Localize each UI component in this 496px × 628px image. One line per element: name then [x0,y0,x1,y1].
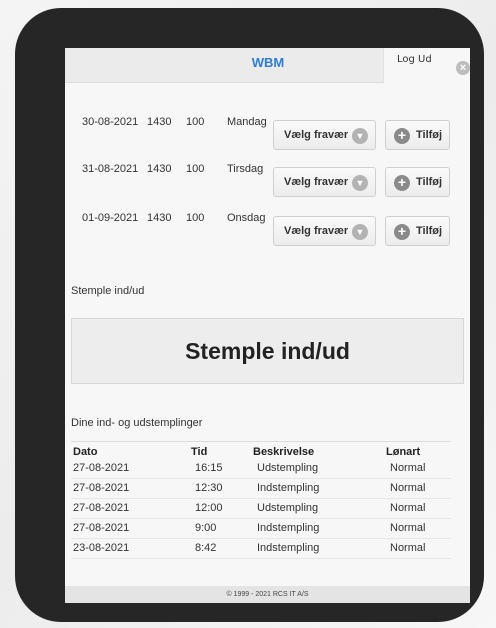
wbm-logo: WBM [252,55,285,70]
row-day: Mandag [227,116,267,128]
add-button-label: Tilføj [416,176,443,188]
cell-description: Indstempling [257,522,320,534]
stamp-button-label: Stemple ind/ud [185,337,350,364]
row-time: 1430 [147,116,172,128]
absence-select-label: Vælg fravær [284,129,349,141]
chevron-down-icon: ▼ [352,128,368,144]
cell-time: 12:30 [195,482,223,494]
cell-date: 23-08-2021 [73,542,130,554]
logo-text: WBM [252,55,285,70]
cell-pay-type: Normal [390,462,426,474]
app-screen: WBM Log Ud × 30-08-2021 1430 100 Mandag … [65,48,470,603]
cell-description: Udstempling [257,502,319,514]
footer: © 1999 - 2021 RCS IT A/S [65,586,470,603]
add-button-label: Tilføj [416,225,443,237]
column-header-date: Dato [73,446,98,458]
stampings-section-label: Dine ind- og udstemplinger [71,417,203,429]
row-day: Tirsdag [227,163,264,175]
cell-time: 8:42 [195,542,217,554]
row-divider [71,518,451,519]
add-button[interactable]: + Tilføj [385,167,450,197]
close-icon[interactable]: × [456,61,470,75]
add-button[interactable]: + Tilføj [385,216,450,246]
stamp-button[interactable]: Stemple ind/ud [71,318,464,384]
divider [71,441,451,442]
row-time: 1430 [147,163,172,175]
row-value: 100 [186,116,205,128]
cell-description: Udstempling [257,462,319,474]
cell-date: 27-08-2021 [73,522,130,534]
logout-label: Log Ud [397,54,432,65]
row-date: 01-09-2021 [82,212,139,224]
copyright-text: © 1999 - 2021 RCS IT A/S [226,591,309,598]
cell-pay-type: Normal [390,482,426,494]
cell-date: 27-08-2021 [73,502,130,514]
cell-time: 16:15 [195,462,223,474]
cell-description: Indstempling [257,542,320,554]
absence-select[interactable]: Vælg fravær ▼ [273,216,376,246]
cell-description: Indstempling [257,482,320,494]
row-divider [71,478,451,479]
column-header-pay-type: Lønart [386,446,421,458]
row-date: 31-08-2021 [82,163,139,175]
cell-time: 12:00 [195,502,223,514]
row-time: 1430 [147,212,172,224]
column-header-time: Tid [191,446,208,458]
add-button[interactable]: + Tilføj [385,120,450,150]
cell-pay-type: Normal [390,542,426,554]
plus-circle-icon: + [394,175,410,191]
top-bar: WBM Log Ud [65,48,470,83]
cell-pay-type: Normal [390,522,426,534]
chevron-down-icon: ▼ [352,224,368,240]
cell-time: 9:00 [195,522,217,534]
row-date: 30-08-2021 [82,116,139,128]
absence-select[interactable]: Vælg fravær ▼ [273,167,376,197]
plus-circle-icon: + [394,224,410,240]
absence-select-label: Vælg fravær [284,225,349,237]
cell-date: 27-08-2021 [73,482,130,494]
absence-select[interactable]: Vælg fravær ▼ [273,120,376,150]
row-divider [71,558,451,559]
cell-date: 27-08-2021 [73,462,130,474]
row-divider [71,498,451,499]
absence-select-label: Vælg fravær [284,176,349,188]
row-value: 100 [186,212,205,224]
cell-pay-type: Normal [390,502,426,514]
column-header-description: Beskrivelse [253,446,315,458]
chevron-down-icon: ▼ [352,175,368,191]
row-value: 100 [186,163,205,175]
plus-circle-icon: + [394,128,410,144]
stamp-section-label: Stemple ind/ud [71,285,145,297]
row-divider [71,538,451,539]
tablet-frame: WBM Log Ud × 30-08-2021 1430 100 Mandag … [15,8,484,622]
row-day: Onsdag [227,212,266,224]
add-button-label: Tilføj [416,129,443,141]
